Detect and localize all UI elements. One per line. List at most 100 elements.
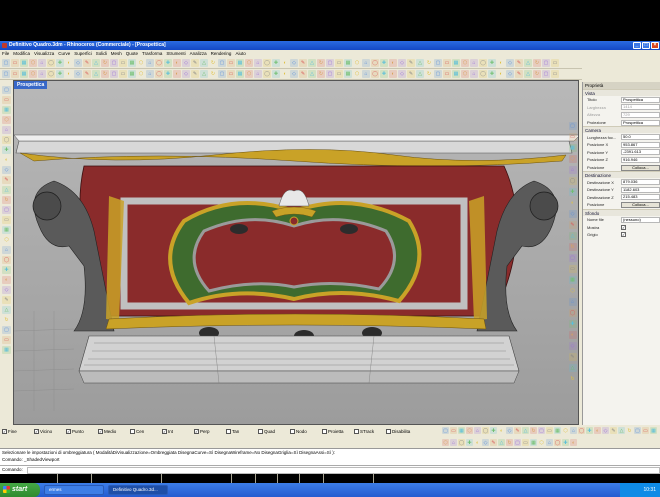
- left-tool-11-icon[interactable]: △: [2, 186, 11, 194]
- bottom-tool-5-icon[interactable]: ⌂: [474, 427, 481, 434]
- bottom-tool-43-icon[interactable]: ✚: [562, 439, 569, 446]
- main-tool-4-icon[interactable]: ⬡: [29, 70, 37, 78]
- standard-tool-22-icon[interactable]: ✎: [191, 59, 199, 67]
- main-tool-59-icon[interactable]: △: [524, 70, 532, 78]
- vista-value[interactable]: Prospettica: [621, 119, 660, 126]
- main-tool-32-icon[interactable]: ◐: [281, 70, 289, 78]
- standard-tool-8-icon[interactable]: ◐: [65, 59, 73, 67]
- bottom-tool-15-icon[interactable]: ▦: [554, 427, 561, 434]
- bottom-tool-34-icon[interactable]: ✎: [490, 439, 497, 446]
- side-tool-2-icon[interactable]: ▭: [568, 133, 577, 141]
- bottom-tool-7-icon[interactable]: ✚: [490, 427, 497, 434]
- standard-tool-17-icon[interactable]: ⌂: [146, 59, 154, 67]
- main-tool-40-icon[interactable]: ⬡: [353, 70, 361, 78]
- main-tool-10-icon[interactable]: ✎: [83, 70, 91, 78]
- standard-tool-20-icon[interactable]: ◐: [173, 59, 181, 67]
- main-tool-21-icon[interactable]: ◇: [182, 70, 190, 78]
- main-tool-45-icon[interactable]: ◇: [398, 70, 406, 78]
- main-tool-6-icon[interactable]: ◯: [47, 70, 55, 78]
- bottom-tool-10-icon[interactable]: ✎: [514, 427, 521, 434]
- osnap-checkbox[interactable]: [226, 428, 231, 434]
- taskbar-item-rhino[interactable]: Definitivo Quadro.3d...: [108, 485, 168, 495]
- standard-tool-4-icon[interactable]: ⬡: [29, 59, 37, 67]
- bottom-tool-6-icon[interactable]: ◯: [482, 427, 489, 434]
- camera-value[interactable]: -2391.613: [621, 149, 660, 156]
- main-tool-19-icon[interactable]: ✚: [164, 70, 172, 78]
- main-tool-3-icon[interactable]: ▦: [20, 70, 28, 78]
- bottom-tool-32-icon[interactable]: ◐: [474, 439, 481, 446]
- left-tool-13-icon[interactable]: ▢: [2, 206, 11, 214]
- main-tool-53-icon[interactable]: ⌂: [470, 70, 478, 78]
- side-tool-16-icon[interactable]: ⬡: [569, 287, 577, 295]
- standard-tool-23-icon[interactable]: △: [200, 59, 208, 67]
- bottom-tool-42-icon[interactable]: ◯: [554, 439, 561, 446]
- standard-tool-36-icon[interactable]: ↻: [317, 59, 325, 67]
- section-camera[interactable]: Camera: [583, 126, 660, 134]
- left-tool-2-icon[interactable]: ▭: [2, 96, 11, 104]
- standard-tool-26-icon[interactable]: ▭: [227, 59, 235, 67]
- standard-tool-59-icon[interactable]: △: [524, 59, 532, 67]
- standard-tool-33-icon[interactable]: ◇: [290, 59, 298, 67]
- osnap-checkbox[interactable]: ✓: [2, 428, 7, 434]
- standard-tool-24-icon[interactable]: ↻: [209, 59, 217, 67]
- osnap-checkbox[interactable]: ✓: [34, 428, 39, 434]
- left-tool-19-icon[interactable]: ✚: [2, 266, 11, 274]
- maximize-button[interactable]: □: [642, 42, 650, 49]
- standard-tool-39-icon[interactable]: ▦: [344, 59, 352, 67]
- side-tool-4-icon[interactable]: ⬡: [568, 155, 577, 163]
- main-tool-58-icon[interactable]: ✎: [515, 70, 523, 78]
- side-tool-14-icon[interactable]: ▭: [568, 265, 577, 273]
- camera-value[interactable]: 50.0: [621, 134, 660, 141]
- close-button[interactable]: ×: [651, 42, 659, 49]
- menu-item-file[interactable]: File: [2, 50, 9, 58]
- main-tool-46-icon[interactable]: ✎: [407, 70, 415, 78]
- main-tool-47-icon[interactable]: △: [416, 70, 424, 78]
- standard-tool-56-icon[interactable]: ◐: [497, 59, 505, 67]
- main-tool-62-icon[interactable]: ▭: [551, 70, 559, 78]
- standard-tool-48-icon[interactable]: ↻: [425, 59, 433, 67]
- main-tool-20-icon[interactable]: ◐: [173, 70, 181, 78]
- side-tool-11-icon[interactable]: △: [568, 232, 577, 240]
- bottom-tool-14-icon[interactable]: ▭: [546, 427, 553, 434]
- main-tool-16-icon[interactable]: ⬡: [137, 70, 145, 78]
- main-tool-61-icon[interactable]: ▢: [542, 70, 550, 78]
- standard-tool-28-icon[interactable]: ⬡: [245, 59, 253, 67]
- bottom-tool-4-icon[interactable]: ⬡: [466, 427, 473, 434]
- side-tool-19-icon[interactable]: ✚: [568, 320, 577, 328]
- standard-tool-13-icon[interactable]: ▢: [110, 59, 118, 67]
- target-place-button[interactable]: Colloca...: [621, 201, 660, 208]
- osnap-checkbox[interactable]: ✓: [66, 428, 71, 434]
- osnap-checkbox[interactable]: ✓: [98, 428, 103, 434]
- standard-tool-47-icon[interactable]: △: [416, 59, 424, 67]
- camera-value[interactable]: 916.946: [621, 156, 660, 163]
- main-tool-11-icon[interactable]: △: [92, 70, 100, 78]
- side-tool-17-icon[interactable]: ⌂: [568, 298, 577, 306]
- standard-tool-57-icon[interactable]: ◇: [506, 59, 514, 67]
- main-tool-8-icon[interactable]: ◐: [65, 70, 73, 78]
- standard-tool-49-icon[interactable]: ▢: [434, 59, 442, 67]
- main-tool-49-icon[interactable]: ▢: [434, 70, 442, 78]
- main-tool-41-icon[interactable]: ⌂: [362, 70, 370, 78]
- side-tool-1-icon[interactable]: ▢: [568, 122, 577, 130]
- side-tool-22-icon[interactable]: ✎: [568, 353, 577, 361]
- main-tool-29-icon[interactable]: ⌂: [254, 70, 262, 78]
- side-tool-23-icon[interactable]: △: [568, 364, 577, 372]
- standard-tool-40-icon[interactable]: ⬡: [353, 59, 361, 67]
- left-tool-15-icon[interactable]: ▦: [2, 226, 11, 234]
- main-tool-23-icon[interactable]: △: [200, 70, 208, 78]
- main-tool-36-icon[interactable]: ↻: [317, 70, 325, 78]
- menu-item-strumenti[interactable]: Strumenti: [166, 50, 185, 58]
- bottom-tool-12-icon[interactable]: ↻: [530, 427, 537, 434]
- section-sfondo[interactable]: Sfondo: [583, 208, 660, 216]
- main-tool-24-icon[interactable]: ↻: [209, 70, 217, 78]
- main-tool-12-icon[interactable]: ↻: [101, 70, 109, 78]
- menu-item-solidi[interactable]: Solidi: [96, 50, 107, 58]
- vista-value[interactable]: 1414: [621, 104, 660, 111]
- standard-tool-34-icon[interactable]: ✎: [299, 59, 307, 67]
- menu-item-curve[interactable]: Curve: [58, 50, 70, 58]
- main-tool-42-icon[interactable]: ◯: [371, 70, 379, 78]
- side-tool-24-icon[interactable]: ↻: [569, 375, 577, 383]
- bottom-tool-28-icon[interactable]: ⬡: [442, 439, 449, 446]
- main-tool-26-icon[interactable]: ▭: [227, 70, 235, 78]
- side-tool-6-icon[interactable]: ◯: [568, 177, 577, 185]
